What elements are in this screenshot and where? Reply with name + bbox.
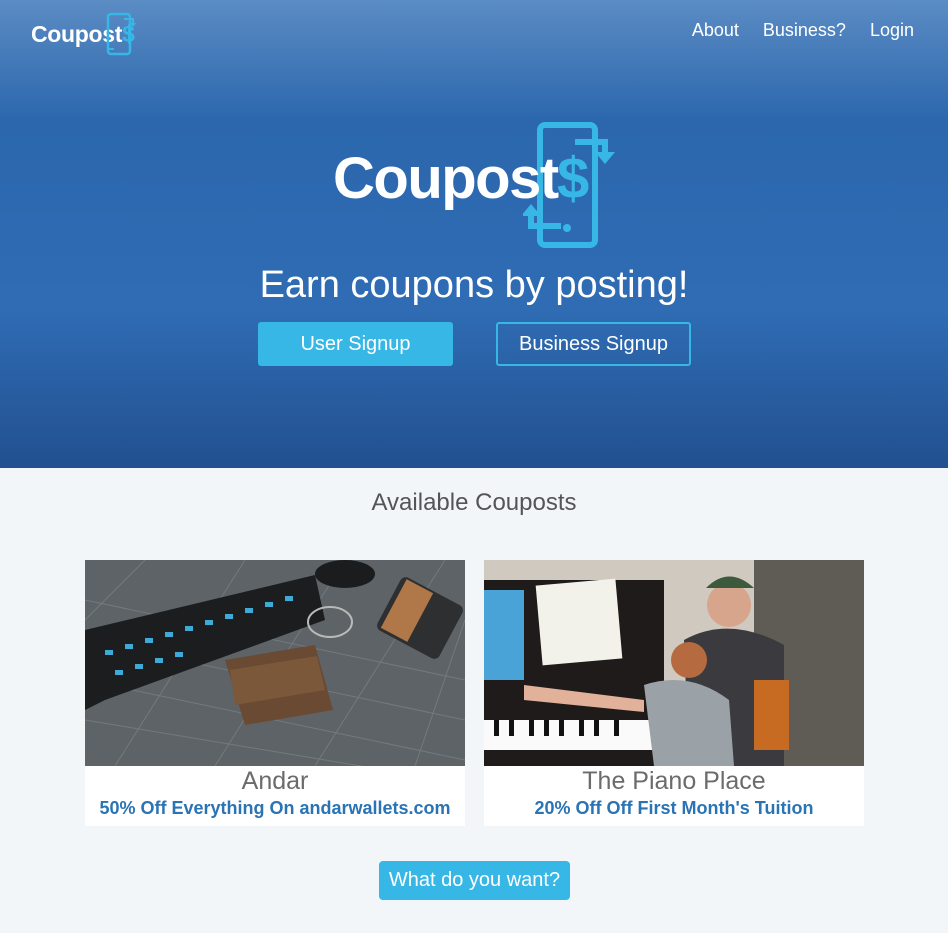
nav-links: About Business? Login [692,20,914,41]
card-business-name: Andar [241,767,309,795]
hero-logo-dollar: $ [557,146,590,211]
card-business-name: The Piano Place [582,767,766,795]
hero-logo-text: Coupost [333,146,559,211]
card-offer[interactable]: 50% Off Everything On andarwallets.com [85,796,465,820]
hero-logo: Coupost $ [333,122,618,248]
coupost-card[interactable]: The Piano Place 20% Off Off First Month'… [484,560,864,826]
user-signup-button[interactable]: User Signup [258,322,453,366]
card-offer[interactable]: 20% Off Off First Month's Tuition [484,796,864,820]
nav-logo[interactable]: Coupost $ [31,11,136,57]
nav-business-link[interactable]: Business? [763,20,846,41]
business-signup-button[interactable]: Business Signup [496,322,691,366]
card-image-wallet [85,560,465,766]
available-couposts-title: Available Couposts [371,489,577,516]
phone-exchange-icon [106,12,136,56]
coupost-card[interactable]: Andar 50% Off Everything On andarwallets… [85,560,465,826]
what-do-you-want-button[interactable]: What do you want? [379,861,570,900]
nav-login-link[interactable]: Login [870,20,914,41]
nav-about-link[interactable]: About [692,20,739,41]
card-image-piano [484,560,864,766]
hero-tagline: Earn coupons by posting! [259,264,689,306]
hero-banner: Coupost $ About Business? Login Coupost $… [0,0,948,468]
